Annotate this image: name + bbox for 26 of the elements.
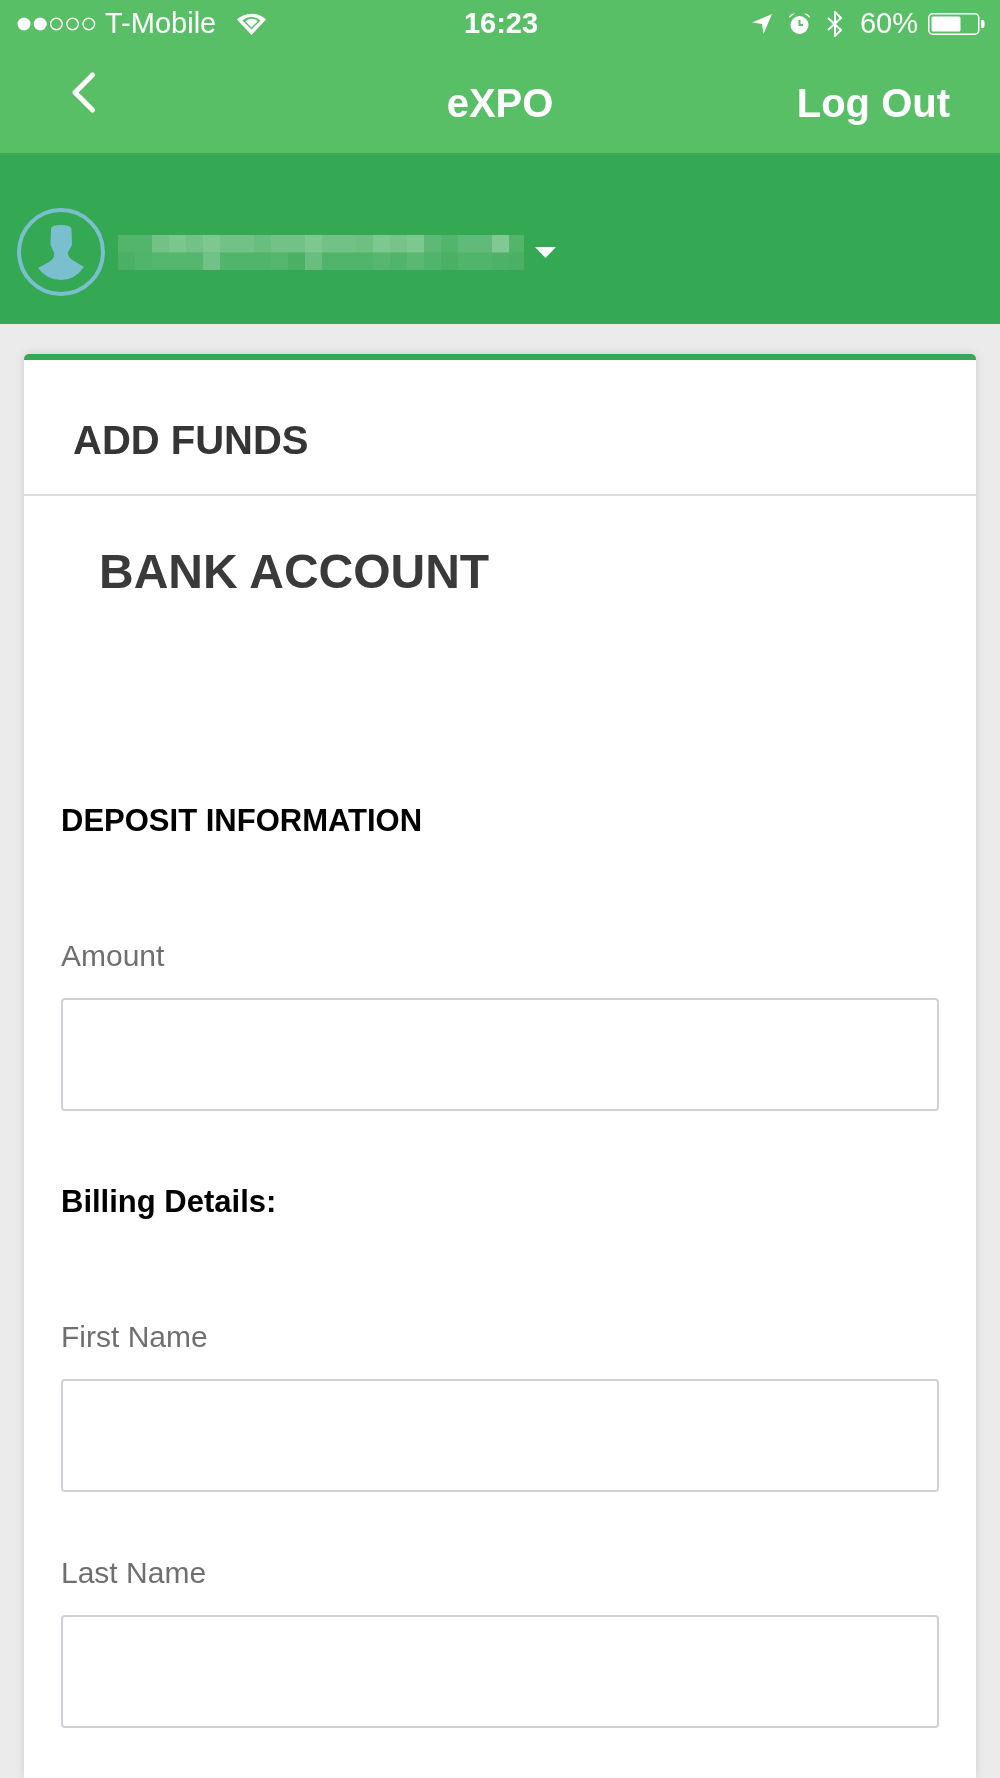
input-field[interactable] xyxy=(61,997,939,1111)
location-arrow-icon xyxy=(751,14,772,34)
signal-dots-icon xyxy=(17,17,96,31)
section-heading: Billing Details: xyxy=(61,1182,278,1220)
carrier-name: T-Mobile xyxy=(105,8,217,40)
field-label: Last Name xyxy=(61,1554,208,1591)
battery-icon xyxy=(928,13,985,35)
caret-down-icon xyxy=(535,246,556,258)
section-heading: DEPOSIT INFORMATION xyxy=(61,801,424,839)
card-title: ADD FUNDS xyxy=(73,417,310,464)
back-icon xyxy=(70,72,96,113)
card-subtitle: BANK ACCOUNT xyxy=(99,544,491,600)
wifi-icon xyxy=(237,13,267,35)
input-field[interactable] xyxy=(61,1614,939,1728)
bluetooth-icon xyxy=(825,10,844,38)
input-field[interactable] xyxy=(61,1378,939,1492)
alarm-clock-icon xyxy=(787,12,811,36)
field-label: First Name xyxy=(61,1318,209,1355)
battery-percent: 60% xyxy=(859,8,918,40)
log-out-button[interactable]: Log Out xyxy=(796,79,950,127)
user-avatar-icon xyxy=(17,208,105,296)
account-dropdown-button[interactable] xyxy=(535,246,556,258)
app-title: eXPO xyxy=(446,80,554,127)
back-button[interactable] xyxy=(70,72,96,113)
status-time: 16:23 xyxy=(463,8,539,40)
field-label: Amount xyxy=(61,937,166,974)
